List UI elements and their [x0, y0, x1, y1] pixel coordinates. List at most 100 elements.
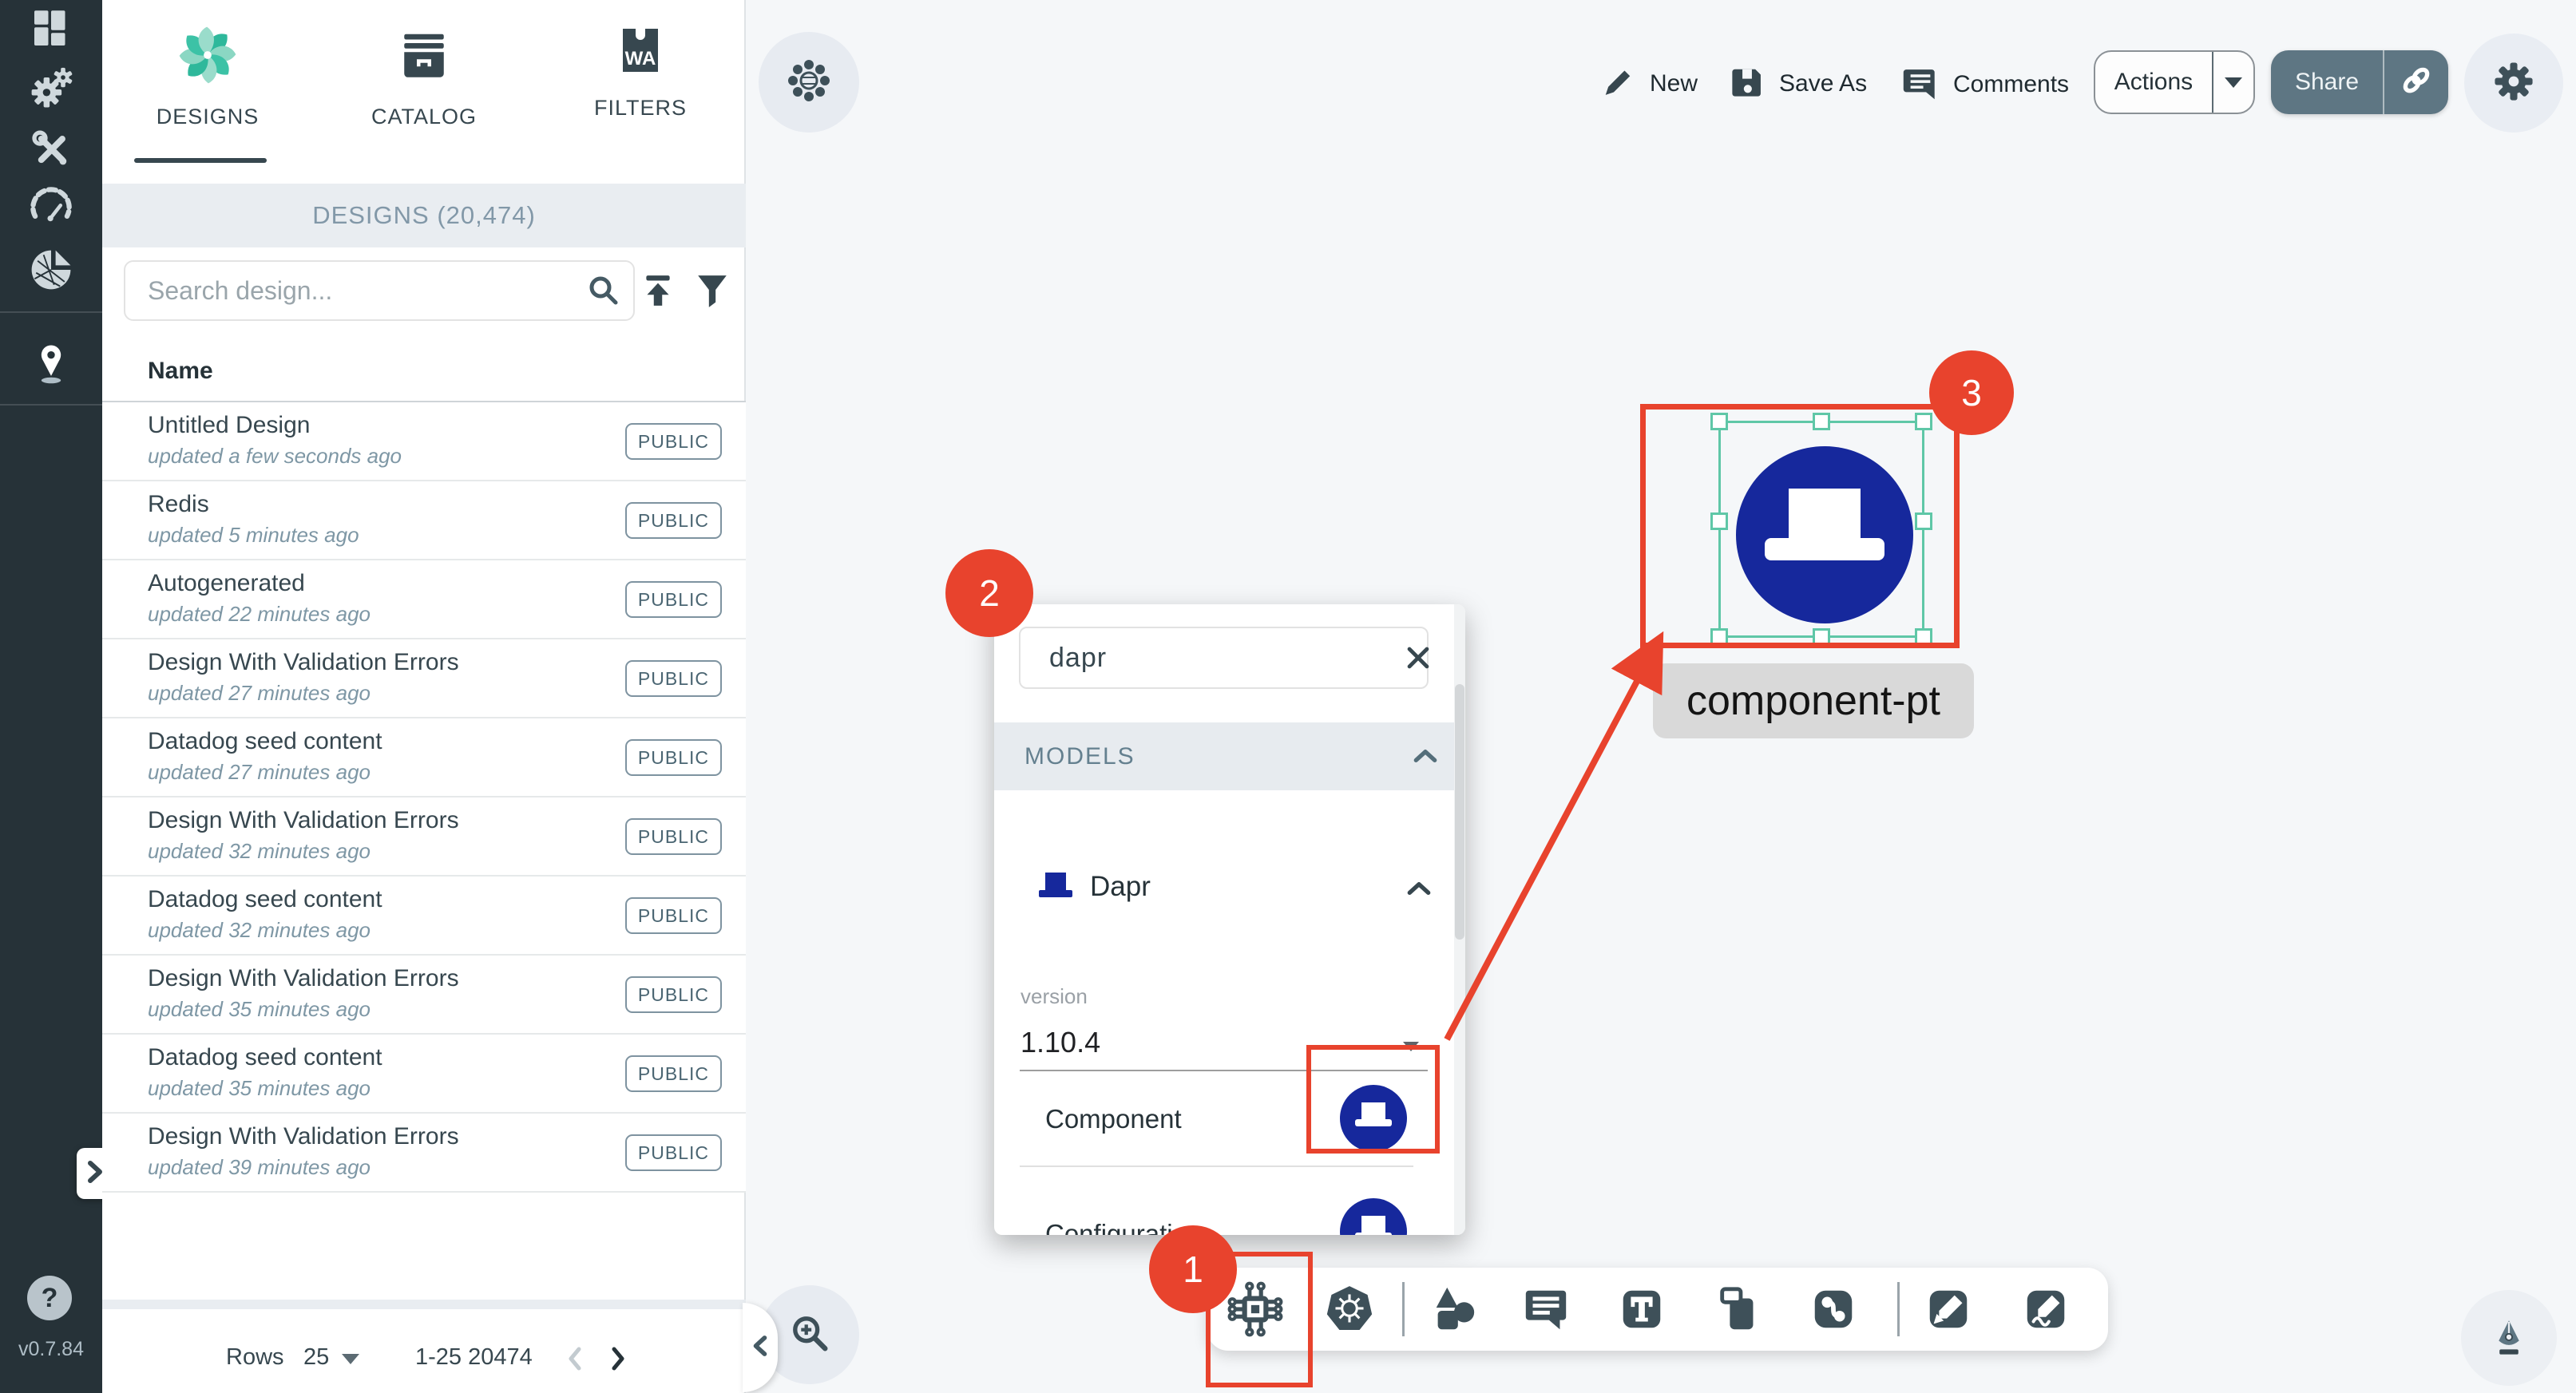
rows-per-page-caret-icon[interactable] — [342, 1354, 359, 1364]
dapr-component-icon[interactable] — [1340, 1085, 1407, 1152]
models-section-header[interactable]: MODELS — [994, 722, 1465, 790]
resize-handle-se[interactable] — [1915, 628, 1932, 646]
copy-link-button[interactable] — [2383, 50, 2448, 114]
new-design-button[interactable]: New — [1600, 64, 1698, 103]
publish-upload-button[interactable] — [632, 263, 684, 318]
dapr-model-icon — [1036, 869, 1077, 907]
comments-button[interactable]: Comments — [1902, 64, 2069, 105]
tools-icon — [29, 128, 73, 176]
prev-page-button[interactable] — [556, 1340, 594, 1378]
dashboard-icon — [29, 6, 73, 55]
sidebar-item-performance[interactable] — [0, 179, 102, 239]
design-name: Design With Validation Errors — [148, 965, 459, 992]
search-icon[interactable] — [574, 262, 633, 319]
sidebar-divider — [0, 311, 102, 313]
component-search-input[interactable] — [1048, 642, 1405, 675]
collapse-dapr-icon[interactable] — [1401, 871, 1437, 906]
resize-handle-sw[interactable] — [1710, 628, 1728, 646]
text-tool[interactable] — [1605, 1268, 1678, 1351]
version-label: version — [1020, 984, 1088, 1009]
filters-icon-label: WA — [615, 48, 666, 70]
tab-designs[interactable]: DESIGNS — [112, 24, 303, 160]
clear-search-button[interactable] — [1405, 628, 1432, 687]
catalog-icon — [395, 24, 453, 90]
resize-handle-ne[interactable] — [1915, 413, 1932, 430]
kubernetes-tool[interactable] — [1313, 1268, 1386, 1351]
design-canvas[interactable]: New Save As Comments Actions Share — [746, 0, 2576, 1393]
mesh-overview-button[interactable] — [759, 32, 859, 133]
sidebar-item-dashboard[interactable] — [0, 0, 102, 61]
design-updated: updated 35 minutes ago — [148, 1076, 371, 1101]
resize-handle-e[interactable] — [1915, 512, 1932, 530]
share-button[interactable]: Share — [2271, 50, 2448, 114]
resize-handle-n[interactable] — [1813, 413, 1830, 430]
popup-scrollbar[interactable] — [1454, 604, 1465, 1235]
sidebar-item-lifecycle[interactable] — [0, 61, 102, 121]
tab-catalog[interactable]: CATALOG — [328, 24, 520, 160]
actions-button[interactable]: Actions — [2094, 50, 2255, 114]
design-search-input[interactable] — [146, 275, 574, 307]
tab-filters[interactable]: WA FILTERS — [545, 24, 736, 160]
node-name-label[interactable]: component-pt — [1653, 663, 1974, 738]
popup-scrollbar-thumb[interactable] — [1455, 684, 1464, 940]
dapr-configuration-icon[interactable] — [1340, 1198, 1407, 1235]
sidebar-item-configuration[interactable] — [0, 121, 102, 182]
table-row[interactable]: Autogenerated updated 22 minutes ago PUB… — [102, 560, 746, 639]
relationship-tool[interactable] — [1797, 1268, 1870, 1351]
resize-handle-w[interactable] — [1710, 512, 1728, 530]
table-row[interactable]: Design With Validation Errors updated 39… — [102, 1114, 746, 1193]
table-row[interactable]: Redis updated 5 minutes ago PUBLIC — [102, 481, 746, 560]
table-row[interactable]: Untitled Design updated a few seconds ag… — [102, 402, 746, 481]
share-label[interactable]: Share — [2271, 50, 2383, 114]
model-row-dapr[interactable]: Dapr — [994, 852, 1465, 925]
sidebar-item-extensions[interactable] — [0, 241, 102, 302]
pen-arrow-tool[interactable] — [1912, 1268, 1985, 1351]
save-as-button[interactable]: Save As — [1730, 64, 1867, 103]
sidebar-item-kanvas[interactable] — [0, 327, 102, 401]
comment-tool[interactable] — [1509, 1268, 1583, 1351]
visibility-badge: PUBLIC — [625, 739, 722, 776]
resize-handle-s[interactable] — [1813, 628, 1830, 646]
table-row[interactable]: Design With Validation Errors updated 27… — [102, 639, 746, 718]
design-updated: updated 39 minutes ago — [148, 1155, 371, 1180]
table-row[interactable]: Design With Validation Errors updated 35… — [102, 956, 746, 1035]
kanvas-app: ? v0.7.84 DESIGNS — [0, 0, 2576, 1393]
gear-icon — [2491, 58, 2537, 109]
help-button[interactable]: ? — [27, 1276, 72, 1320]
component-row[interactable]: Component — [994, 1072, 1454, 1165]
annotation-step-3: 3 — [1929, 350, 2014, 435]
resize-handle-nw[interactable] — [1710, 413, 1728, 430]
version-caret-icon[interactable] — [1403, 1042, 1419, 1051]
design-name: Design With Validation Errors — [148, 807, 459, 834]
save-as-label: Save As — [1779, 70, 1867, 97]
rows-per-page-select[interactable]: 25 — [303, 1344, 329, 1371]
node-selection-box — [1718, 421, 1924, 638]
configuration-row[interactable]: Configuration — [994, 1192, 1454, 1235]
annotation-step-1: 1 — [1149, 1225, 1237, 1313]
design-updated: updated 27 minutes ago — [148, 760, 371, 785]
design-name: Untitled Design — [148, 412, 310, 439]
pen-mode-button[interactable] — [2461, 1290, 2557, 1386]
freehand-draw-tool[interactable] — [2009, 1268, 2083, 1351]
pen-nib-icon — [2486, 1313, 2532, 1363]
filter-funnel-button[interactable] — [687, 263, 738, 318]
table-row[interactable]: Design With Validation Errors updated 32… — [102, 797, 746, 877]
design-name: Redis — [148, 491, 209, 518]
actions-dropdown[interactable] — [2212, 52, 2253, 113]
design-name: Datadog seed content — [148, 728, 382, 755]
chevron-left-icon — [751, 1332, 770, 1363]
next-page-button[interactable] — [599, 1340, 637, 1378]
settings-button[interactable] — [2464, 34, 2563, 133]
design-updated: updated 5 minutes ago — [148, 523, 359, 548]
table-row[interactable]: Datadog seed content updated 35 minutes … — [102, 1035, 746, 1114]
toolbar-divider — [1897, 1282, 1900, 1336]
shapes-tool[interactable] — [1417, 1268, 1490, 1351]
collapse-models-icon[interactable] — [1408, 738, 1443, 774]
version-select-value[interactable]: 1.10.4 — [1020, 1026, 1100, 1059]
pagination-range: 1-25 20474 — [415, 1344, 533, 1371]
table-row[interactable]: Datadog seed content updated 32 minutes … — [102, 877, 746, 956]
actions-label[interactable]: Actions — [2095, 52, 2212, 113]
note-tool[interactable] — [1702, 1268, 1776, 1351]
table-row[interactable]: Datadog seed content updated 27 minutes … — [102, 718, 746, 797]
visibility-badge: PUBLIC — [625, 581, 722, 618]
